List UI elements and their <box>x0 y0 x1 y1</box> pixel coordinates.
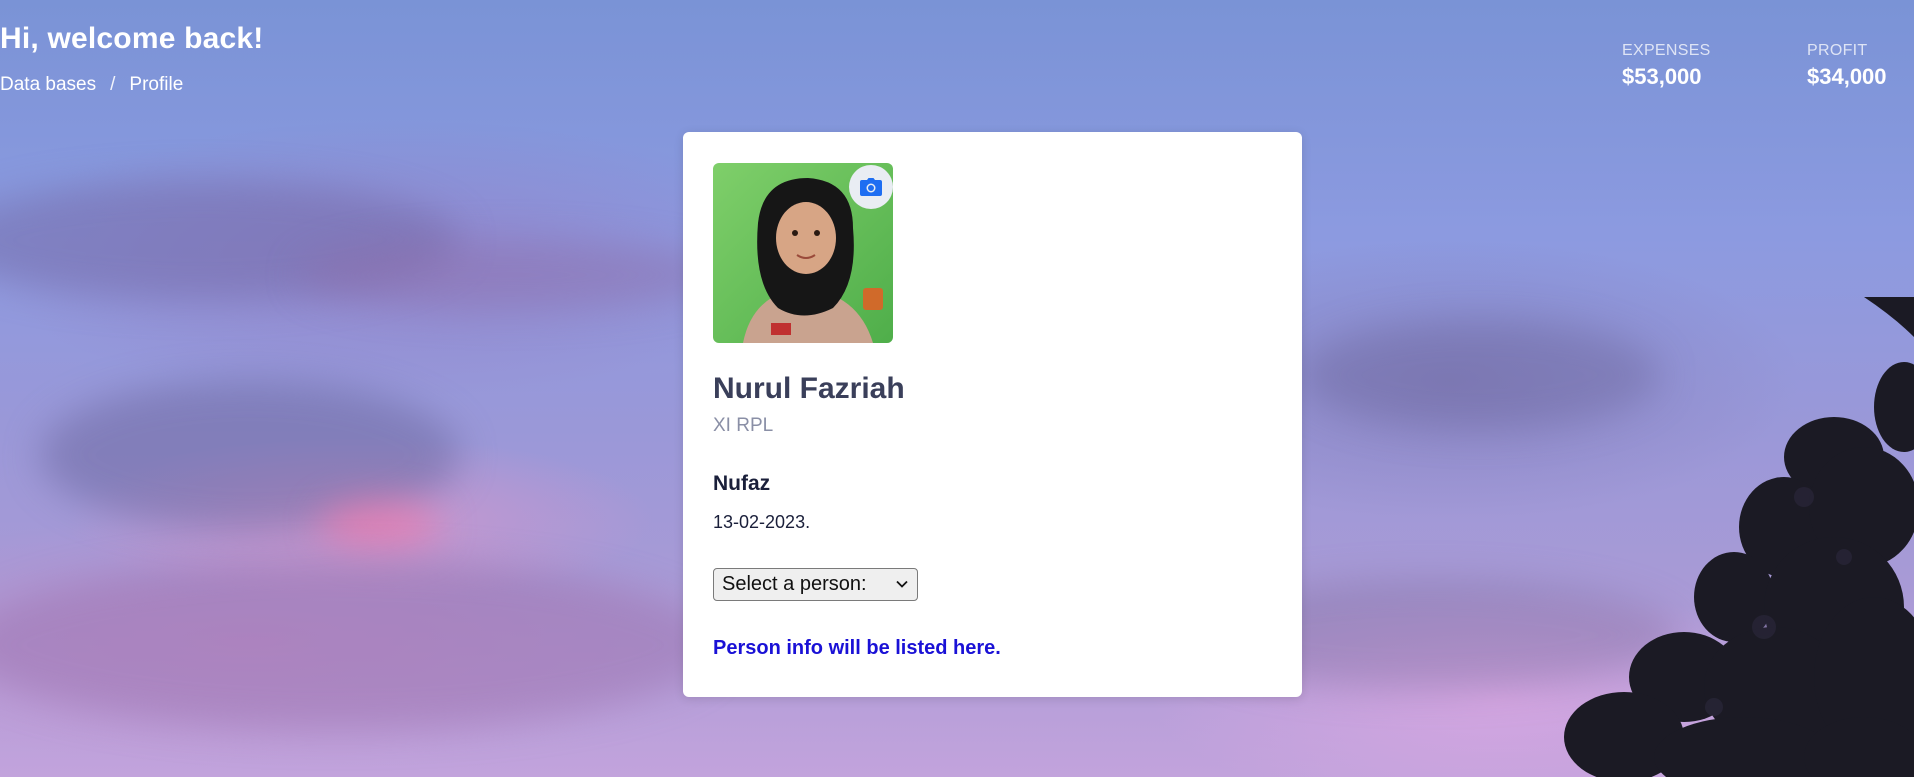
stat-value: $34,000 <box>1807 64 1887 89</box>
chevron-down-icon <box>896 580 908 588</box>
stat-label: PROFIT <box>1807 42 1868 59</box>
stat-expenses: EXPENSES $53,000 <box>1622 42 1711 90</box>
person-select-value: Select a person: <box>722 573 867 595</box>
person-info-text: Person info will be listed here. <box>713 637 1001 659</box>
profile-date: 13-02-2023. <box>713 512 811 532</box>
breadcrumb-item-databases[interactable]: Data bases <box>0 74 96 96</box>
breadcrumb-separator: / <box>110 74 116 95</box>
stat-label: EXPENSES <box>1622 42 1711 59</box>
breadcrumb: Data bases / Profile <box>0 74 264 96</box>
breadcrumb-item-profile: Profile <box>129 74 184 95</box>
profile-card: Nurul Fazriah XI RPL Nufaz 13-02-2023. S… <box>683 132 1302 697</box>
profile-name: Nurul Fazriah <box>713 372 905 405</box>
profile-nickname: Nufaz <box>713 472 771 495</box>
avatar-container <box>713 163 893 343</box>
welcome-heading: Hi, welcome back! <box>0 22 264 55</box>
camera-icon <box>860 178 882 196</box>
person-select[interactable]: Select a person: <box>713 568 918 601</box>
change-photo-button[interactable] <box>849 165 893 209</box>
stat-value: $53,000 <box>1622 64 1702 89</box>
stat-profit: PROFIT $34,000 <box>1807 42 1887 90</box>
tree-silhouette <box>1564 297 1914 777</box>
page-header: Hi, welcome back! Data bases / Profile <box>0 22 264 96</box>
profile-class: XI RPL <box>713 415 774 436</box>
